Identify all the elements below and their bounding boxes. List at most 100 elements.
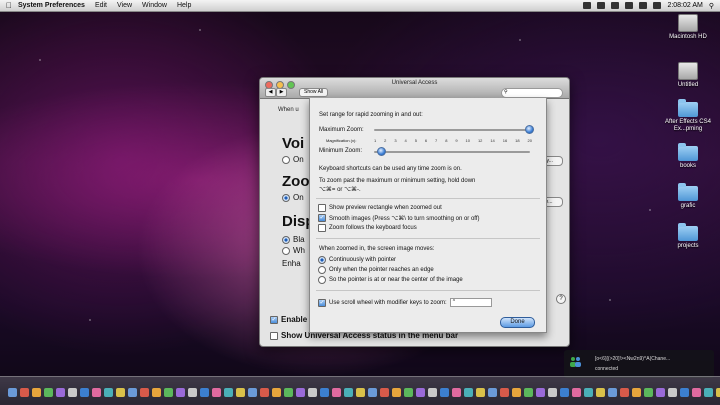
- desktop-icon-books[interactable]: books: [660, 143, 716, 170]
- menu-app-name[interactable]: System Preferences: [18, 2, 85, 9]
- display-black-row[interactable]: Bla: [282, 235, 305, 244]
- continuous-radio[interactable]: [318, 256, 326, 264]
- dock-app-icon[interactable]: [524, 388, 533, 397]
- dock-app-icon[interactable]: [32, 388, 41, 397]
- dock-app-icon[interactable]: [488, 388, 497, 397]
- dock-app-icon[interactable]: [632, 388, 641, 397]
- show-all-button[interactable]: Show All: [299, 88, 329, 97]
- wifi-icon[interactable]: [625, 2, 634, 9]
- dock-app-icon[interactable]: [224, 388, 233, 397]
- voiceover-on-row[interactable]: On: [282, 155, 304, 164]
- follow-focus-row[interactable]: Zoom follows the keyboard focus: [318, 224, 417, 232]
- continuous-row[interactable]: Continuously with pointer: [318, 256, 396, 264]
- voiceover-on-radio[interactable]: [282, 155, 290, 164]
- modifier-key-field[interactable]: ^: [449, 298, 492, 307]
- dock-app-icon[interactable]: [248, 388, 257, 397]
- desktop-icon-untitled[interactable]: Untitled: [660, 62, 716, 89]
- min-zoom-slider-knob[interactable]: [377, 147, 386, 156]
- dock-app-icon[interactable]: [536, 388, 545, 397]
- apple-menu-icon[interactable]: : [0, 1, 18, 10]
- show-status-checkbox[interactable]: [270, 331, 278, 340]
- menu-edit[interactable]: Edit: [95, 2, 107, 9]
- dock-app-icon[interactable]: [680, 388, 689, 397]
- dock-app-icon[interactable]: [296, 388, 305, 397]
- dock-app-icon[interactable]: [152, 388, 161, 397]
- dock-app-icon[interactable]: [128, 388, 137, 397]
- dock-app-icon[interactable]: [416, 388, 425, 397]
- enable-row[interactable]: ✓ Enable: [270, 315, 307, 324]
- smooth-images-checkbox[interactable]: ✓: [318, 214, 326, 222]
- dock-app-icon[interactable]: [428, 388, 437, 397]
- desktop-icon-after-effects[interactable]: After Effects CS4 Ex...pming: [660, 99, 716, 133]
- min-zoom-slider[interactable]: [374, 151, 530, 153]
- dock-app-icon[interactable]: [140, 388, 149, 397]
- status-icon[interactable]: [583, 2, 592, 9]
- back-button[interactable]: ◀: [265, 88, 276, 97]
- menu-window[interactable]: Window: [142, 2, 167, 9]
- dock-app-icon[interactable]: [164, 388, 173, 397]
- dock-app-icon[interactable]: [560, 388, 569, 397]
- dock-app-icon[interactable]: [548, 388, 557, 397]
- dock-app-icon[interactable]: [272, 388, 281, 397]
- dock-app-icon[interactable]: [104, 388, 113, 397]
- dock-app-icon[interactable]: [236, 388, 245, 397]
- volume-icon[interactable]: [639, 2, 648, 9]
- dock-app-icon[interactable]: [176, 388, 185, 397]
- dock-app-icon[interactable]: [284, 388, 293, 397]
- dock-app-icon[interactable]: [200, 388, 209, 397]
- black-on-white-radio[interactable]: [282, 235, 290, 244]
- dock-app-icon[interactable]: [464, 388, 473, 397]
- dock-app-icon[interactable]: [716, 388, 720, 397]
- white-on-black-radio[interactable]: [282, 246, 290, 255]
- dock-app-icon[interactable]: [704, 388, 713, 397]
- dock-app-icon[interactable]: [44, 388, 53, 397]
- desktop-icon-grafic[interactable]: grafic: [660, 183, 716, 210]
- dock-app-icon[interactable]: [308, 388, 317, 397]
- smooth-images-row[interactable]: ✓ Smooth images (Press ⌥⌘\ to turn smooth…: [318, 214, 480, 222]
- dock-app-icon[interactable]: [356, 388, 365, 397]
- dock-app-icon[interactable]: [68, 388, 77, 397]
- dock-app-icon[interactable]: [392, 388, 401, 397]
- dock-app-icon[interactable]: [8, 388, 17, 397]
- dock-app-icon[interactable]: [332, 388, 341, 397]
- center-row[interactable]: So the pointer is at or near the center …: [318, 276, 463, 284]
- dock-app-icon[interactable]: [188, 388, 197, 397]
- menu-help[interactable]: Help: [177, 2, 191, 9]
- dock-app-icon[interactable]: [644, 388, 653, 397]
- max-zoom-slider-knob[interactable]: [525, 125, 534, 134]
- dock-app-icon[interactable]: [572, 388, 581, 397]
- dock-app-icon[interactable]: [260, 388, 269, 397]
- forward-button[interactable]: ▶: [276, 88, 287, 97]
- dock-app-icon[interactable]: [584, 388, 593, 397]
- preview-rectangle-checkbox[interactable]: [318, 204, 326, 212]
- dock-app-icon[interactable]: [452, 388, 461, 397]
- menu-clock[interactable]: 2:08:02 AM: [667, 2, 702, 9]
- dock-app-icon[interactable]: [500, 388, 509, 397]
- help-button[interactable]: ?: [556, 294, 566, 304]
- dock-app-icon[interactable]: [320, 388, 329, 397]
- zoom-on-row[interactable]: On: [282, 193, 304, 202]
- status-icon[interactable]: [611, 2, 620, 9]
- dock-app-icon[interactable]: [116, 388, 125, 397]
- edge-radio[interactable]: [318, 266, 326, 274]
- dock-app-icon[interactable]: [368, 388, 377, 397]
- search-input[interactable]: ⚲: [501, 88, 563, 98]
- dock-app-icon[interactable]: [212, 388, 221, 397]
- desktop-icon-macintosh-hd[interactable]: Macintosh HD: [660, 14, 716, 41]
- dock-app-icon[interactable]: [20, 388, 29, 397]
- dock-app-icon[interactable]: [404, 388, 413, 397]
- zoom-on-radio[interactable]: [282, 193, 290, 202]
- growl-notification[interactable]: [o<6)[(>20]!><Nw2n9)^A(Chane... connecte…: [564, 350, 714, 378]
- display-white-row[interactable]: Wh: [282, 246, 305, 255]
- center-radio[interactable]: [318, 276, 326, 284]
- dock-app-icon[interactable]: [440, 388, 449, 397]
- dock-app-icon[interactable]: [656, 388, 665, 397]
- dock-app-icon[interactable]: [596, 388, 605, 397]
- dock-app-icon[interactable]: [92, 388, 101, 397]
- dock-app-icon[interactable]: [608, 388, 617, 397]
- enable-checkbox[interactable]: ✓: [270, 315, 278, 324]
- follow-focus-checkbox[interactable]: [318, 224, 326, 232]
- battery-icon[interactable]: [653, 2, 662, 9]
- dock-app-icon[interactable]: [668, 388, 677, 397]
- dock-app-icon[interactable]: [512, 388, 521, 397]
